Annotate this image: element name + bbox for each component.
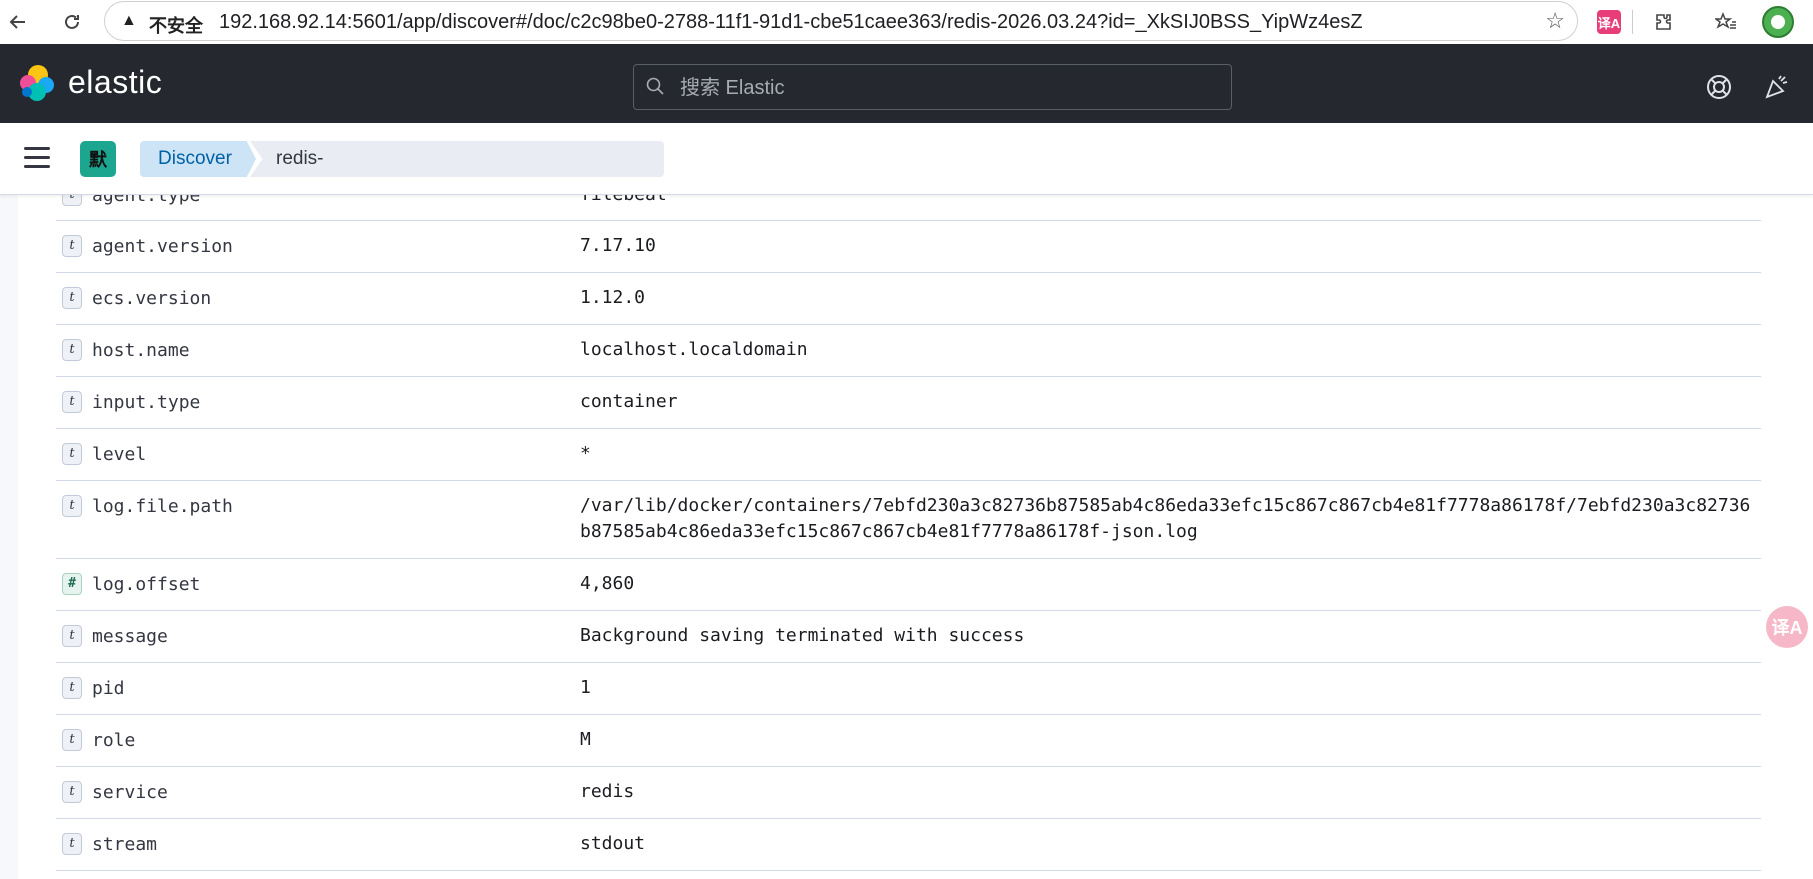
search-icon xyxy=(646,77,664,95)
field-name[interactable]: agent.version xyxy=(92,236,233,257)
string-type-icon: t xyxy=(62,235,82,257)
breadcrumb-document: redis-2026.03.24#_XkSIJ0BSS_YipWz4esZ xyxy=(250,141,664,177)
floating-translate-button[interactable]: 译A xyxy=(1766,606,1808,648)
table-row: t pid 1 xyxy=(56,662,1761,715)
table-row: t log.file.path /var/lib/docker/containe… xyxy=(56,480,1761,559)
table-row: t ecs.version 1.12.0 xyxy=(56,272,1761,325)
breadcrumb-discover[interactable]: Discover xyxy=(140,141,256,177)
table-row: t service redis xyxy=(56,766,1761,819)
global-search[interactable] xyxy=(633,64,1232,111)
field-name[interactable]: log.file.path xyxy=(92,496,233,517)
field-value: 1.12.0 xyxy=(580,287,646,308)
string-type-icon: t xyxy=(62,339,82,361)
bookmark-star-icon[interactable]: ☆ xyxy=(1545,8,1565,34)
field-value: container xyxy=(580,391,678,412)
warning-icon: ▲ xyxy=(121,12,137,29)
help-lifebuoy-icon[interactable] xyxy=(1704,72,1734,102)
translate-extension-icon[interactable]: 译A xyxy=(1597,10,1621,34)
field-name[interactable]: pid xyxy=(92,678,125,699)
space-avatar[interactable]: 默 xyxy=(80,141,116,177)
brand-name[interactable]: elastic xyxy=(68,64,162,101)
number-type-icon: # xyxy=(62,573,82,595)
string-type-icon: t xyxy=(62,677,82,699)
newsfeed-cheer-icon[interactable] xyxy=(1762,72,1792,102)
field-name[interactable]: host.name xyxy=(92,340,190,361)
extensions-puzzle-icon[interactable] xyxy=(1648,6,1680,38)
string-type-icon: t xyxy=(62,391,82,413)
string-type-icon: t xyxy=(62,287,82,309)
table-row: t level * xyxy=(56,428,1761,481)
table-row: t message Background saving terminated w… xyxy=(56,610,1761,663)
table-row: t agent.version 7.17.10 xyxy=(56,220,1761,273)
profile-avatar[interactable] xyxy=(1762,6,1794,38)
field-value: redis xyxy=(580,781,635,802)
field-name[interactable]: level xyxy=(92,444,146,465)
field-name[interactable]: stream xyxy=(92,834,157,855)
field-value: 7.17.10 xyxy=(580,235,656,256)
table-row: t input.type container xyxy=(56,376,1761,429)
url-text[interactable]: 192.168.92.14:5601/app/discover#/doc/c2c… xyxy=(219,11,1363,34)
toolbar-divider xyxy=(1632,10,1633,34)
string-type-icon: t xyxy=(62,833,82,855)
field-name[interactable]: log.offset xyxy=(92,574,200,595)
field-value: localhost.localdomain xyxy=(580,339,808,360)
arrow-left-icon xyxy=(9,15,25,29)
string-type-icon: t xyxy=(62,495,82,517)
browser-toolbar: ▲ 不安全 192.168.92.14:5601/app/discover#/d… xyxy=(0,0,1813,45)
table-row: # log.offset 4,860 xyxy=(56,558,1761,611)
table-row: t role M xyxy=(56,714,1761,767)
field-value: stdout xyxy=(580,833,646,854)
reload-button[interactable] xyxy=(56,6,88,38)
string-type-icon: t xyxy=(62,625,82,647)
favorites-icon[interactable] xyxy=(1710,6,1742,38)
security-label: 不安全 xyxy=(149,16,203,36)
reload-icon xyxy=(65,14,79,29)
menu-toggle-icon[interactable] xyxy=(24,147,50,169)
string-type-icon: t xyxy=(62,443,82,465)
table-row: t stream stdout xyxy=(56,818,1761,871)
string-type-icon: t xyxy=(62,781,82,803)
field-value: 1 xyxy=(580,677,591,698)
string-type-icon: t xyxy=(62,729,82,751)
kibana-header: elastic xyxy=(0,44,1813,123)
address-bar[interactable]: ▲ 不安全 192.168.92.14:5601/app/discover#/d… xyxy=(104,1,1578,41)
field-name[interactable]: service xyxy=(92,782,168,803)
field-name[interactable]: ecs.version xyxy=(92,288,211,309)
field-value: Background saving terminated with succes… xyxy=(580,625,1025,646)
back-button[interactable] xyxy=(2,6,34,38)
field-value: /var/lib/docker/containers/7ebfd230a3c82… xyxy=(580,495,1751,542)
table-row: t host.name localhost.localdomain xyxy=(56,324,1761,377)
elastic-logo-icon[interactable] xyxy=(20,65,56,101)
field-value: 4,860 xyxy=(580,573,635,594)
field-name[interactable]: input.type xyxy=(92,392,200,413)
field-name[interactable]: message xyxy=(92,626,168,647)
field-name[interactable]: role xyxy=(92,730,135,751)
document-panel: t agent.type filebeat t agent.version 7.… xyxy=(18,123,1813,879)
field-value: * xyxy=(580,443,591,464)
search-input[interactable] xyxy=(678,65,1222,111)
breadcrumb: 默 Discover redis-2026.03.24#_XkSIJ0BSS_Y… xyxy=(0,123,1813,195)
field-value: M xyxy=(580,729,591,750)
